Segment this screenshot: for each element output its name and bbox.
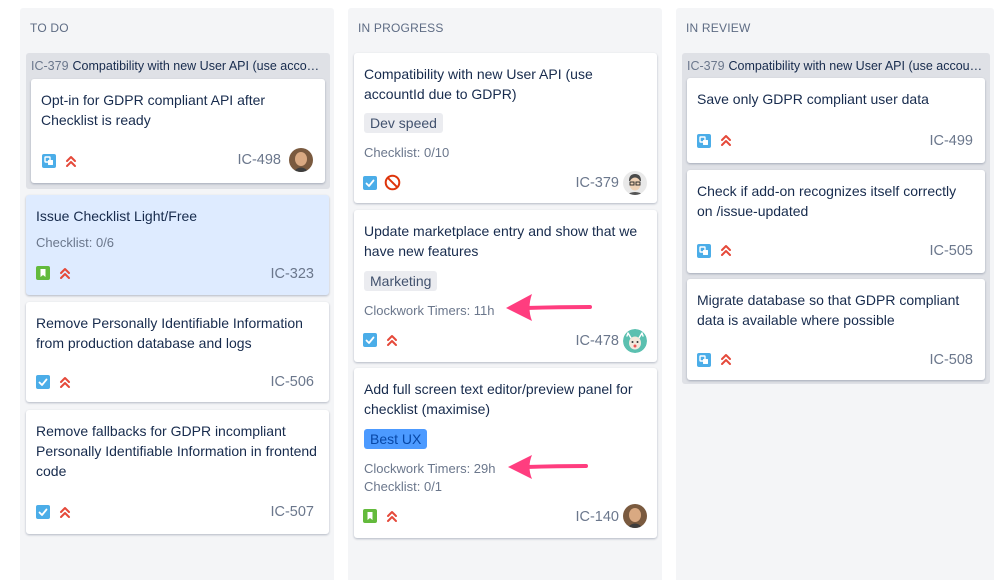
blocker-priority-icon <box>384 174 401 191</box>
highest-priority-icon <box>60 268 70 279</box>
card-label: Marketing <box>364 271 438 291</box>
task-icon <box>363 333 377 347</box>
annotation-arrow-icon <box>508 455 588 479</box>
issue-card-ic-506[interactable]: Remove Personally Identifiable Informati… <box>26 302 329 402</box>
subtask-icon <box>697 134 711 148</box>
highest-priority-icon <box>66 156 76 167</box>
task-icon <box>36 375 50 389</box>
parent-group-header[interactable]: IC-379 Compatibility with new User API (u… <box>687 59 984 73</box>
card-summary: Update marketplace entry and show that w… <box>364 223 638 259</box>
highest-priority-icon <box>721 245 731 256</box>
subtask-icon <box>697 244 711 258</box>
issue-key[interactable]: IC-506 <box>270 374 314 390</box>
issue-key[interactable]: IC-379 <box>575 175 619 191</box>
parent-group-ic-379[interactable]: IC-379 Compatibility with new User API (u… <box>26 53 330 189</box>
issue-card-ic-505[interactable]: Check if add-on recognizes itself correc… <box>687 170 985 273</box>
assignee-avatar[interactable] <box>623 329 647 353</box>
parent-issue-summary: Compatibility with new User API (use acc… <box>728 59 984 73</box>
assignee-avatar[interactable] <box>623 504 647 528</box>
card-summary: Opt-in for GDPR compliant API after Chec… <box>41 92 266 128</box>
task-icon <box>36 505 50 519</box>
card-summary: Save only GDPR compliant user data <box>697 91 929 107</box>
issue-key[interactable]: IC-323 <box>270 266 314 282</box>
issue-card-ic-507[interactable]: Remove fallbacks for GDPR incompliant Pe… <box>26 410 329 534</box>
card-summary: Remove fallbacks for GDPR incompliant Pe… <box>36 423 317 479</box>
column-title-in-review: IN REVIEW <box>686 21 751 35</box>
highest-priority-icon <box>721 135 731 146</box>
story-icon <box>36 266 50 280</box>
column-title-in-progress: IN PROGRESS <box>358 21 444 35</box>
card-label: Best UX <box>364 429 428 449</box>
highest-priority-icon <box>721 354 731 365</box>
card-summary: Compatibility with new User API (use acc… <box>364 66 593 102</box>
subtask-icon <box>42 154 56 168</box>
issue-card-ic-499[interactable]: Save only GDPR compliant user data IC-49… <box>687 78 985 163</box>
card-summary: Issue Checklist Light/Free <box>36 208 198 224</box>
task-icon <box>363 176 377 190</box>
parent-issue-summary: Compatibility with new User API (use acc… <box>72 59 324 73</box>
card-summary: Check if add-on recognizes itself correc… <box>697 183 957 219</box>
card-summary: Remove Personally Identifiable Informati… <box>36 315 303 351</box>
highest-priority-icon <box>387 335 397 346</box>
checklist-progress: Checklist: 0/1 <box>364 479 443 494</box>
card-label: Dev speed <box>364 113 443 133</box>
assignee-avatar[interactable] <box>623 171 647 195</box>
parent-group-ic-379[interactable]: IC-379 Compatibility with new User API (u… <box>682 53 990 384</box>
card-summary: Add full screen text editor/preview pane… <box>364 381 633 417</box>
highest-priority-icon <box>60 507 70 518</box>
issue-card-ic-498[interactable]: Opt-in for GDPR compliant API after Chec… <box>31 79 325 183</box>
issue-key[interactable]: IC-478 <box>575 333 619 349</box>
annotation-arrow-icon <box>506 294 592 321</box>
issue-key[interactable]: IC-498 <box>237 152 281 168</box>
column-todo: TO DO IC-379 Compatibility with new User … <box>20 8 334 580</box>
issue-key[interactable]: IC-140 <box>575 509 619 525</box>
issue-card-ic-478[interactable]: Update marketplace entry and show that w… <box>354 210 657 362</box>
highest-priority-icon <box>60 377 70 388</box>
card-summary: Migrate database so that GDPR compliant … <box>697 292 960 328</box>
issue-card-ic-379[interactable]: Compatibility with new User API (use acc… <box>354 53 657 203</box>
parent-issue-key[interactable]: IC-379 <box>31 59 69 73</box>
parent-issue-key[interactable]: IC-379 <box>687 59 725 73</box>
checklist-progress: Checklist: 0/6 <box>36 235 115 250</box>
highest-priority-icon <box>387 511 397 522</box>
clockwork-timers: Clockwork Timers: 29h <box>364 461 496 476</box>
column-title-todo: TO DO <box>30 21 69 35</box>
issue-key[interactable]: IC-508 <box>929 352 973 368</box>
issue-card-ic-508[interactable]: Migrate database so that GDPR compliant … <box>687 279 985 380</box>
checklist-progress: Checklist: 0/10 <box>364 145 450 160</box>
subtask-icon <box>697 353 711 367</box>
issue-key[interactable]: IC-507 <box>270 504 314 520</box>
issue-key[interactable]: IC-499 <box>929 133 973 149</box>
assignee-avatar[interactable] <box>289 148 313 172</box>
issue-card-ic-323[interactable]: Issue Checklist Light/Free Checklist: 0/… <box>26 195 329 295</box>
parent-group-header[interactable]: IC-379 Compatibility with new User API (u… <box>31 59 324 73</box>
clockwork-timers: Clockwork Timers: 11h <box>364 303 495 318</box>
story-icon <box>363 509 377 523</box>
column-in-review: IN REVIEW IC-379 Compatibility with new U… <box>676 8 994 580</box>
issue-key[interactable]: IC-505 <box>929 243 973 259</box>
